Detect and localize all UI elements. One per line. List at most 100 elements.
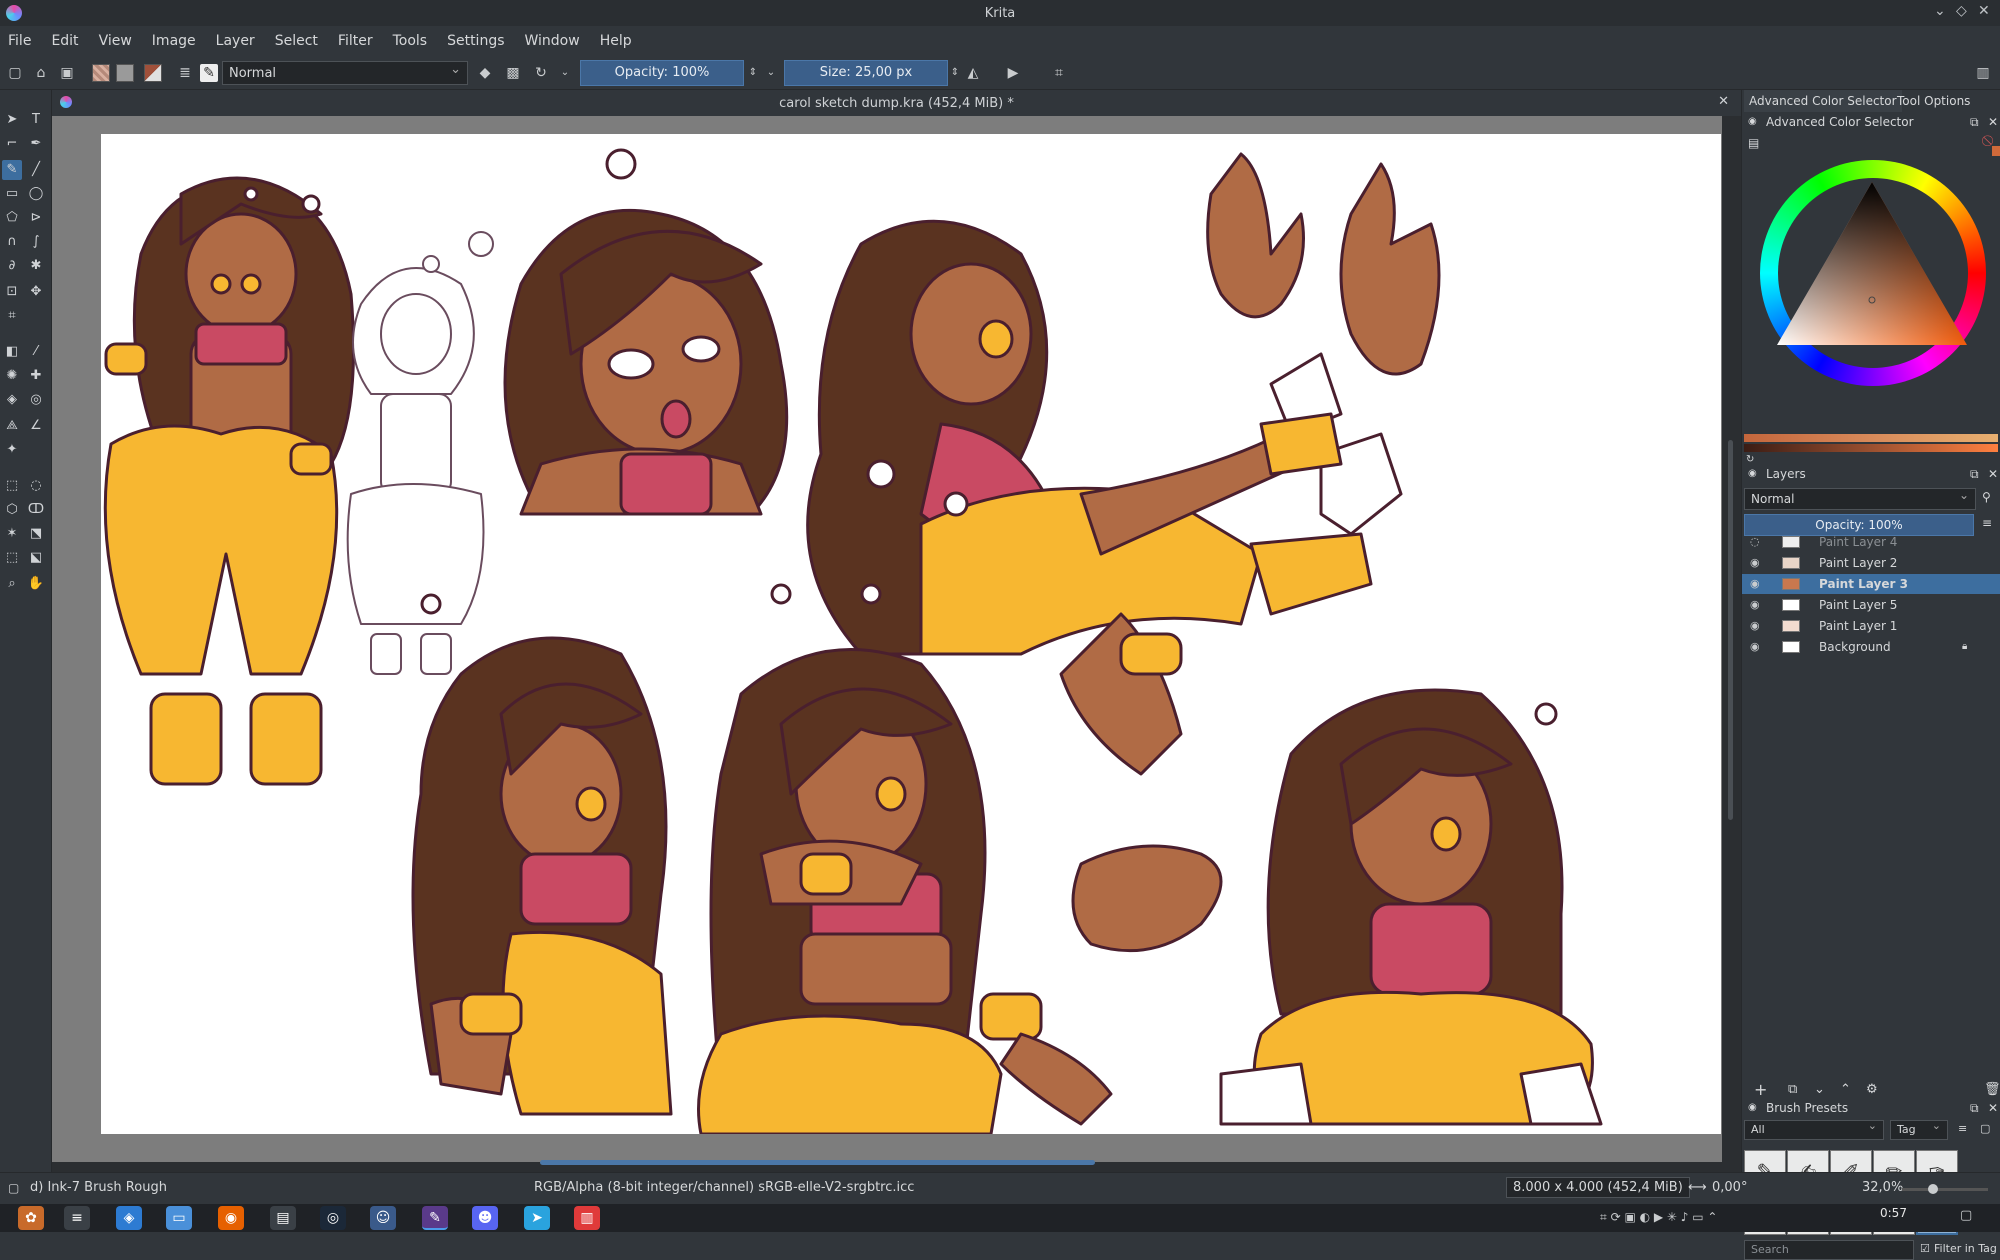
lock-icon[interactable]: ◉: [1748, 464, 1757, 484]
brush-search-input[interactable]: Search: [1744, 1240, 1914, 1260]
polygon-tool-icon[interactable]: ⬠: [2, 208, 22, 228]
menu-tools[interactable]: Tools: [393, 33, 428, 49]
close-document-icon[interactable]: ✕: [1718, 94, 1729, 109]
add-layer-icon[interactable]: +: [1754, 1080, 1767, 1099]
chevron-down-icon[interactable]: ⌄: [556, 64, 574, 82]
ellipse-tool-icon[interactable]: ◯: [26, 184, 46, 204]
steam-icon[interactable]: ◎: [320, 1206, 346, 1230]
duplicate-layer-icon[interactable]: ⧉: [1788, 1082, 1797, 1097]
polygon-select-icon[interactable]: ⬡: [2, 500, 22, 520]
fg-bg-color-icon[interactable]: [144, 64, 162, 82]
rect-select-icon[interactable]: ⬚: [2, 476, 22, 496]
color-picker-icon[interactable]: ⁄: [26, 342, 46, 362]
horizontal-scrollbar[interactable]: [540, 1160, 1095, 1165]
add-brush-icon[interactable]: ▢: [1980, 1122, 1990, 1135]
close-panel-icon[interactable]: ✕: [1988, 1098, 1998, 1118]
magnetic-select-icon[interactable]: ⬕: [26, 548, 46, 568]
menu-filter[interactable]: Filter: [338, 33, 373, 49]
krita-taskbar-icon[interactable]: ✎: [422, 1206, 448, 1230]
move-tool-icon[interactable]: ✥: [26, 282, 46, 302]
contiguous-select-icon[interactable]: ✶: [2, 524, 22, 544]
float-panel-icon[interactable]: ⧉: [1970, 112, 1979, 132]
vertical-scrollbar[interactable]: [1728, 440, 1733, 820]
dynamic-brush-icon[interactable]: ∂: [2, 256, 22, 276]
filter-icon[interactable]: ⚲: [1982, 490, 1991, 504]
chevron-down-icon[interactable]: ⌄: [762, 64, 780, 82]
document-tab[interactable]: carol sketch dump.kra (452,4 MiB) * ✕: [52, 90, 1741, 116]
menu-settings[interactable]: Settings: [447, 33, 504, 49]
close-panel-icon[interactable]: ✕: [1988, 464, 1998, 484]
view-menu-icon[interactable]: ≡: [1958, 1122, 1967, 1135]
minimize-icon[interactable]: ⌄: [1934, 3, 1946, 19]
clock[interactable]: 0:57: [1880, 1206, 1907, 1220]
app-launcher-icon[interactable]: ✿: [18, 1206, 44, 1230]
rotation-icon[interactable]: ⟷: [1688, 1180, 1707, 1195]
transform-tool-icon[interactable]: ⊡: [2, 282, 22, 302]
enclose-fill-icon[interactable]: ◎: [26, 390, 46, 410]
layer-row[interactable]: ◉ Paint Layer 3: [1742, 574, 2000, 594]
mirror-horizontal-icon[interactable]: ◭: [964, 64, 982, 82]
color-history-strip[interactable]: [1744, 434, 1998, 442]
maximize-icon[interactable]: ◇: [1956, 3, 1967, 19]
smart-patch-icon[interactable]: ✚: [26, 366, 46, 386]
color-settings-icon[interactable]: ▤: [1748, 136, 1759, 150]
discord-icon[interactable]: ☻: [472, 1206, 498, 1230]
select-shapes-icon[interactable]: ➤: [2, 110, 22, 130]
assistant-tool-icon[interactable]: ⟁: [2, 416, 22, 436]
calligraphy-icon[interactable]: ✒: [26, 134, 46, 154]
brush-tag-dropdown[interactable]: Tag: [1890, 1117, 1948, 1140]
visibility-off-icon[interactable]: ◌: [1750, 532, 1760, 552]
size-slider[interactable]: Size: 25,00 px: [784, 60, 948, 86]
layer-row[interactable]: ◉ Background 🔒︎: [1742, 637, 2000, 657]
eraser-icon[interactable]: ◆: [476, 64, 494, 82]
visibility-icon[interactable]: ◉: [1750, 574, 1760, 594]
new-document-icon[interactable]: ▢: [6, 64, 24, 82]
tab-tool-options[interactable]: Tool Options: [1892, 90, 1975, 112]
panel-layout-icon[interactable]: ▥: [1974, 64, 1992, 82]
mirror-vertical-icon[interactable]: ▶: [1004, 64, 1022, 82]
text-tool-icon[interactable]: T: [26, 110, 46, 130]
tab-advanced-color-selector[interactable]: Advanced Color Selector: [1744, 90, 1902, 112]
measure-tool-icon[interactable]: ∠: [26, 416, 46, 436]
zoom-tool-icon[interactable]: ⌕: [2, 574, 22, 594]
freehand-brush-icon[interactable]: ✎: [2, 160, 22, 180]
menu-window[interactable]: Window: [525, 33, 580, 49]
telegram-icon[interactable]: ➤: [524, 1206, 550, 1230]
file-manager-icon[interactable]: ▭: [166, 1206, 192, 1230]
lock-icon[interactable]: ◉: [1748, 1098, 1757, 1118]
reference-tool-icon[interactable]: ✦: [2, 440, 22, 460]
menu-layer[interactable]: Layer: [216, 33, 255, 49]
zoom-value[interactable]: 32,0%: [1862, 1180, 1903, 1195]
freehand-select-icon[interactable]: ↀ: [26, 500, 46, 520]
opacity-stepper-icon[interactable]: ⇕: [744, 64, 762, 82]
rotation-value[interactable]: 0,00°: [1712, 1180, 1747, 1195]
multibrush-icon[interactable]: ✱: [26, 256, 46, 276]
polyline-tool-icon[interactable]: ⊳: [26, 208, 46, 228]
bezier-select-icon[interactable]: ⬚: [2, 548, 22, 568]
ellipse-select-icon[interactable]: ◌: [26, 476, 46, 496]
zoom-slider[interactable]: [1902, 1184, 1988, 1194]
visibility-icon[interactable]: ◉: [1750, 637, 1760, 657]
save-icon[interactable]: ▣: [58, 64, 76, 82]
preserve-alpha-icon[interactable]: ▩: [504, 64, 522, 82]
similar-select-icon[interactable]: ⬔: [26, 524, 46, 544]
lock-icon[interactable]: ◉: [1748, 112, 1757, 132]
pdf-viewer-icon[interactable]: ▥: [574, 1206, 600, 1230]
fill-tool-icon[interactable]: ◈: [2, 390, 22, 410]
system-settings-icon[interactable]: ≡: [64, 1206, 90, 1230]
blend-mode-dropdown[interactable]: Normal: [222, 58, 468, 85]
wrap-around-icon[interactable]: ⌗: [1050, 64, 1068, 82]
move-layer-up-icon[interactable]: ⌃: [1840, 1082, 1851, 1097]
open-folder-icon[interactable]: ⌂: [32, 64, 50, 82]
freehand-path-icon[interactable]: ∫: [26, 232, 46, 252]
notes-app-icon[interactable]: ▤: [270, 1206, 296, 1230]
recent-color-swatch[interactable]: [1992, 146, 2000, 156]
layer-row[interactable]: ◉ Paint Layer 5: [1742, 595, 2000, 615]
layer-row[interactable]: ◌ Paint Layer 4: [1742, 532, 2000, 552]
opacity-slider[interactable]: Opacity: 100%: [580, 60, 744, 86]
filter-in-tag-checkbox[interactable]: ☑: [1920, 1242, 1930, 1255]
firefox-icon[interactable]: ◉: [218, 1206, 244, 1230]
menu-help[interactable]: Help: [600, 33, 632, 49]
show-desktop-icon[interactable]: ▢: [1960, 1208, 1972, 1223]
layer-menu-icon[interactable]: ≡: [1982, 516, 1992, 530]
